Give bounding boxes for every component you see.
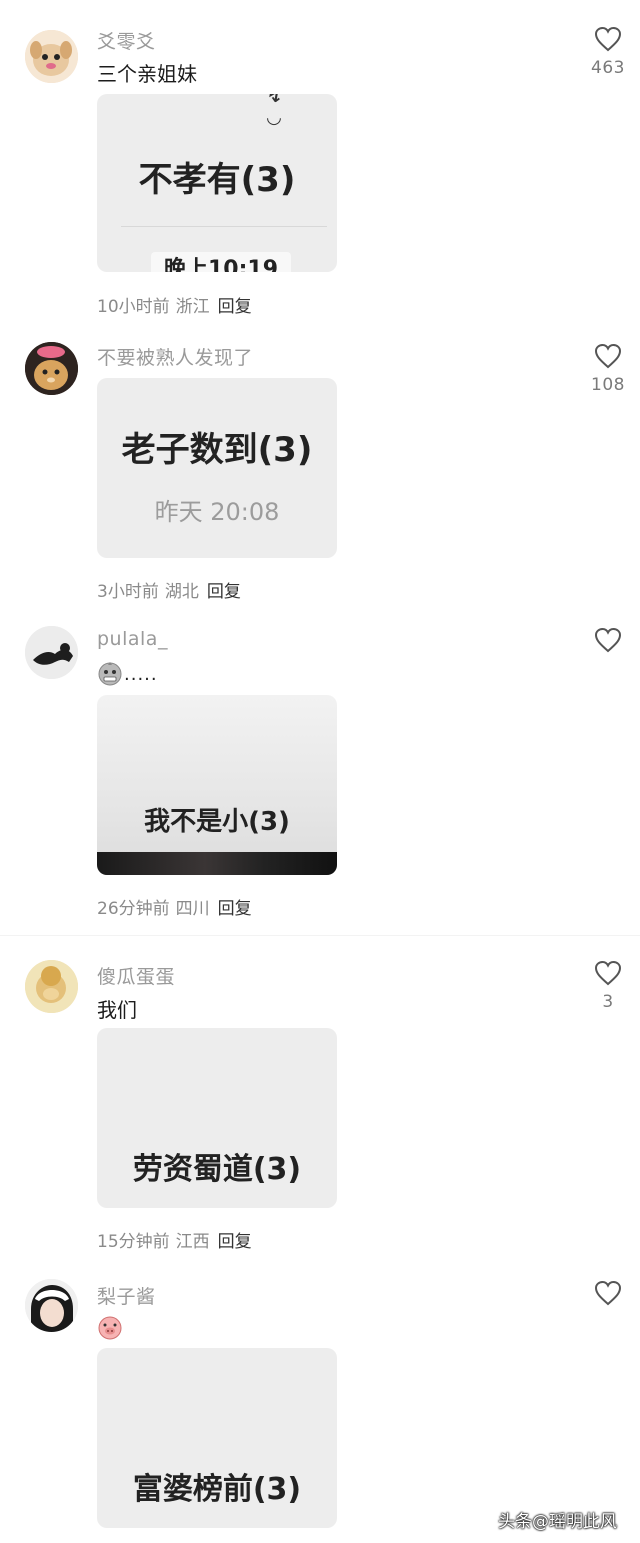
card-title: 劳资蜀道(3) [132, 1152, 302, 1187]
comment-location: 湖北 [164, 582, 199, 602]
comment-meta: 26分钟前 四川 回复 [97, 894, 252, 919]
card-title: 不孝有(3) [138, 160, 296, 200]
child-avatar-icon [25, 960, 78, 1013]
like-button[interactable] [588, 627, 628, 653]
comment-time: 26分钟前 [97, 899, 170, 919]
comment-text: ..... [124, 664, 158, 685]
like-button[interactable]: 108 [588, 343, 628, 395]
reply-button[interactable]: 回复 [218, 297, 252, 317]
heart-outline-icon[interactable] [594, 343, 622, 369]
comment-text: 三个亲姐妹 [97, 62, 197, 86]
divider [121, 226, 327, 227]
video-frame-strip [97, 852, 337, 875]
divider [0, 935, 640, 936]
image-card[interactable]: 我不是小(3) [97, 695, 337, 875]
avatar[interactable] [25, 1279, 78, 1332]
heart-outline-icon[interactable] [594, 627, 622, 653]
username[interactable]: pulala_ [97, 628, 168, 650]
reply-button[interactable]: 回复 [218, 899, 252, 919]
like-button[interactable]: 3 [588, 960, 628, 1012]
reply-button[interactable]: 回复 [207, 582, 241, 602]
image-card[interactable]: 富婆榜前(3) [97, 1348, 337, 1528]
like-button[interactable] [588, 1280, 628, 1306]
comment-location: 江西 [175, 1232, 210, 1252]
username[interactable]: 爻零爻 [97, 27, 156, 54]
username[interactable]: 傻瓜蛋蛋 [97, 962, 175, 989]
image-card[interactable]: 劳资蜀道(3) [97, 1028, 337, 1208]
comment-time: 15分钟前 [97, 1232, 170, 1252]
pig-face-emoji-icon [97, 1314, 123, 1340]
comment-location: 浙江 [175, 297, 210, 317]
heart-outline-icon[interactable] [594, 1280, 622, 1306]
girl-avatar-icon [25, 1279, 78, 1332]
card-title: 富婆榜前(3) [132, 1472, 302, 1507]
card-title: 我不是小(3) [144, 807, 290, 837]
comment-time: 3小时前 [97, 582, 159, 602]
cat-avatar-icon [25, 342, 78, 395]
reply-button[interactable]: 回复 [218, 1232, 252, 1252]
card-title: 老子数到(3) [121, 430, 313, 470]
watermark: 头条@瑶明此风 [498, 1512, 617, 1532]
comment-meta: 15分钟前 江西 回复 [97, 1227, 252, 1252]
avatar[interactable] [25, 626, 78, 679]
comment-meta: 10小时前 浙江 回复 [97, 292, 252, 317]
cartoon-dog-avatar-icon [25, 30, 78, 83]
like-count: 3 [602, 992, 614, 1012]
image-card[interactable]: ↯ ◡ 不孝有(3) 晚上10:19 [97, 94, 337, 272]
like-count: 463 [591, 58, 625, 78]
avatar[interactable] [25, 960, 78, 1013]
card-subtitle: 昨天 20:08 [154, 498, 280, 526]
comment-time: 10小时前 [97, 297, 170, 317]
chevron-icon: ↯ ◡ [267, 94, 283, 128]
avatar[interactable] [25, 30, 78, 83]
time-chip: 晚上10:19 [151, 252, 291, 272]
heart-outline-icon[interactable] [594, 26, 622, 52]
comment-location: 四川 [175, 899, 210, 919]
like-count: 108 [591, 375, 625, 395]
username[interactable]: 梨子酱 [97, 1282, 156, 1309]
dark-figure-avatar-icon [25, 626, 78, 679]
comment-meta: 3小时前 湖北 回复 [97, 577, 241, 602]
grimace-emoji-icon [97, 660, 123, 686]
image-card[interactable]: 老子数到(3) 昨天 20:08 [97, 378, 337, 558]
like-button[interactable]: 463 [588, 26, 628, 78]
comment-text: 我们 [97, 998, 137, 1022]
avatar[interactable] [25, 342, 78, 395]
username[interactable]: 不要被熟人发现了 [97, 343, 253, 370]
heart-outline-icon[interactable] [594, 960, 622, 986]
